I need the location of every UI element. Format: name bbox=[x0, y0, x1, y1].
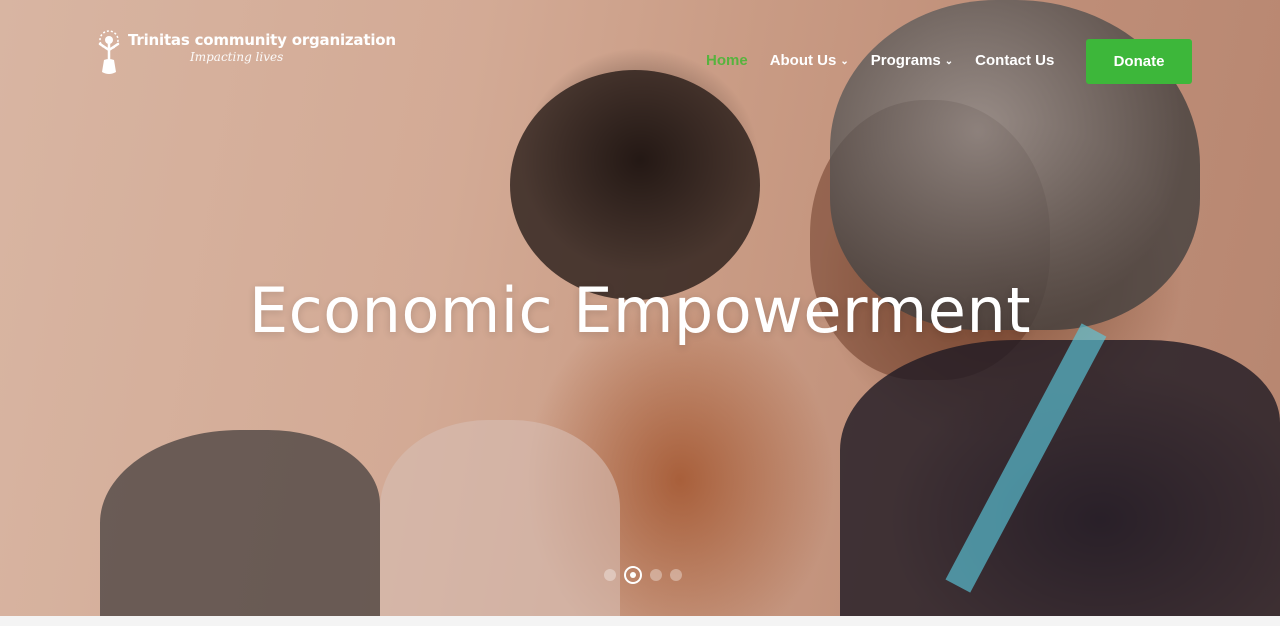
nav-item-label: Contact Us bbox=[975, 52, 1055, 69]
site-header: Trinitas community organization Impactin… bbox=[0, 0, 1280, 120]
tree-person-icon bbox=[98, 30, 120, 74]
chevron-down-icon: ⌄ bbox=[840, 56, 849, 67]
hero-photo-sewing-machine bbox=[100, 430, 380, 616]
nav-item-label: Programs bbox=[870, 52, 941, 69]
nav-item-home[interactable]: Home bbox=[706, 52, 748, 69]
hero-headline: Economic Empowerment bbox=[248, 274, 1032, 347]
nav-item-label: About Us bbox=[769, 52, 837, 69]
slider-pagination bbox=[604, 566, 682, 584]
hero-photo-figure bbox=[840, 340, 1280, 616]
hero-banner: Trinitas community organization Impactin… bbox=[0, 0, 1280, 616]
nav-item-label: Home bbox=[706, 52, 748, 69]
brand-tagline: Impacting lives bbox=[190, 50, 284, 64]
hero-photo-figure bbox=[380, 420, 620, 616]
nav-item-programs[interactable]: Programs ⌄ bbox=[871, 52, 953, 69]
nav-item-about-us[interactable]: About Us ⌄ bbox=[770, 52, 849, 69]
slider-dot[interactable] bbox=[670, 569, 682, 581]
brand-name: Trinitas community organization bbox=[128, 31, 396, 49]
hero-photo-measuring-tape bbox=[945, 323, 1107, 593]
donate-button[interactable]: Donate bbox=[1086, 39, 1192, 84]
site-logo[interactable]: Trinitas community organization Impactin… bbox=[92, 30, 396, 78]
page-bottom-strip bbox=[0, 616, 1280, 626]
chevron-down-icon: ⌄ bbox=[944, 56, 954, 67]
slider-dot[interactable] bbox=[650, 569, 662, 581]
slider-dot[interactable] bbox=[604, 569, 616, 581]
main-nav: Home About Us ⌄ Programs ⌄ Contact Us bbox=[706, 52, 1076, 69]
nav-item-contact-us[interactable]: Contact Us bbox=[975, 52, 1054, 69]
slider-dot-active[interactable] bbox=[624, 566, 642, 584]
